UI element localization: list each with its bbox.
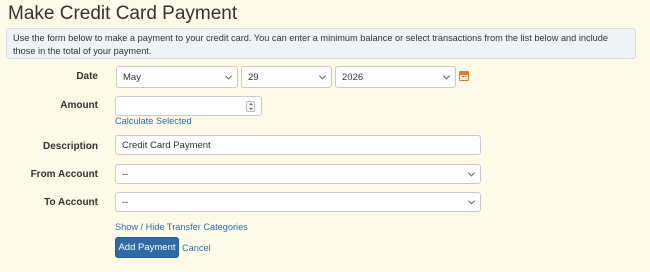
- date-day-select[interactable]: 29: [241, 66, 332, 88]
- to-account-value: --: [122, 196, 129, 208]
- chevron-down-icon: [318, 72, 327, 80]
- to-account-label: To Account: [44, 197, 98, 208]
- description-value: Credit Card Payment: [122, 139, 211, 151]
- description-input[interactable]: Credit Card Payment: [115, 135, 481, 155]
- amount-label: Amount: [60, 100, 98, 111]
- chevron-down-icon: [467, 197, 476, 205]
- toggle-transfer-categories-link[interactable]: Show / Hide Transfer Categories: [115, 222, 248, 232]
- calculate-selected-link[interactable]: Calculate Selected: [115, 116, 192, 126]
- chevron-down-icon: [467, 169, 476, 177]
- chevron-down-icon: [442, 72, 451, 80]
- chevron-down-icon: [224, 72, 233, 80]
- amount-input[interactable]: [115, 96, 262, 116]
- date-year-value: 2026: [342, 71, 364, 83]
- calendar-icon[interactable]: [459, 71, 469, 81]
- description-label: Description: [42, 141, 98, 152]
- number-stepper-icon[interactable]: [246, 101, 255, 112]
- date-day-value: 29: [248, 71, 259, 83]
- date-month-value: May: [123, 71, 141, 83]
- date-label: Date: [76, 71, 98, 82]
- from-account-label: From Account: [30, 169, 98, 180]
- date-month-select[interactable]: May: [116, 66, 238, 88]
- date-year-select[interactable]: 2026: [335, 66, 456, 88]
- info-box: Use the form below to make a payment to …: [6, 28, 636, 59]
- to-account-select[interactable]: --: [115, 192, 481, 212]
- from-account-select[interactable]: --: [115, 164, 481, 184]
- add-payment-button[interactable]: Add Payment: [115, 237, 179, 258]
- from-account-value: --: [122, 168, 129, 180]
- page-title: Make Credit Card Payment: [8, 3, 238, 24]
- cancel-link[interactable]: Cancel: [182, 243, 211, 253]
